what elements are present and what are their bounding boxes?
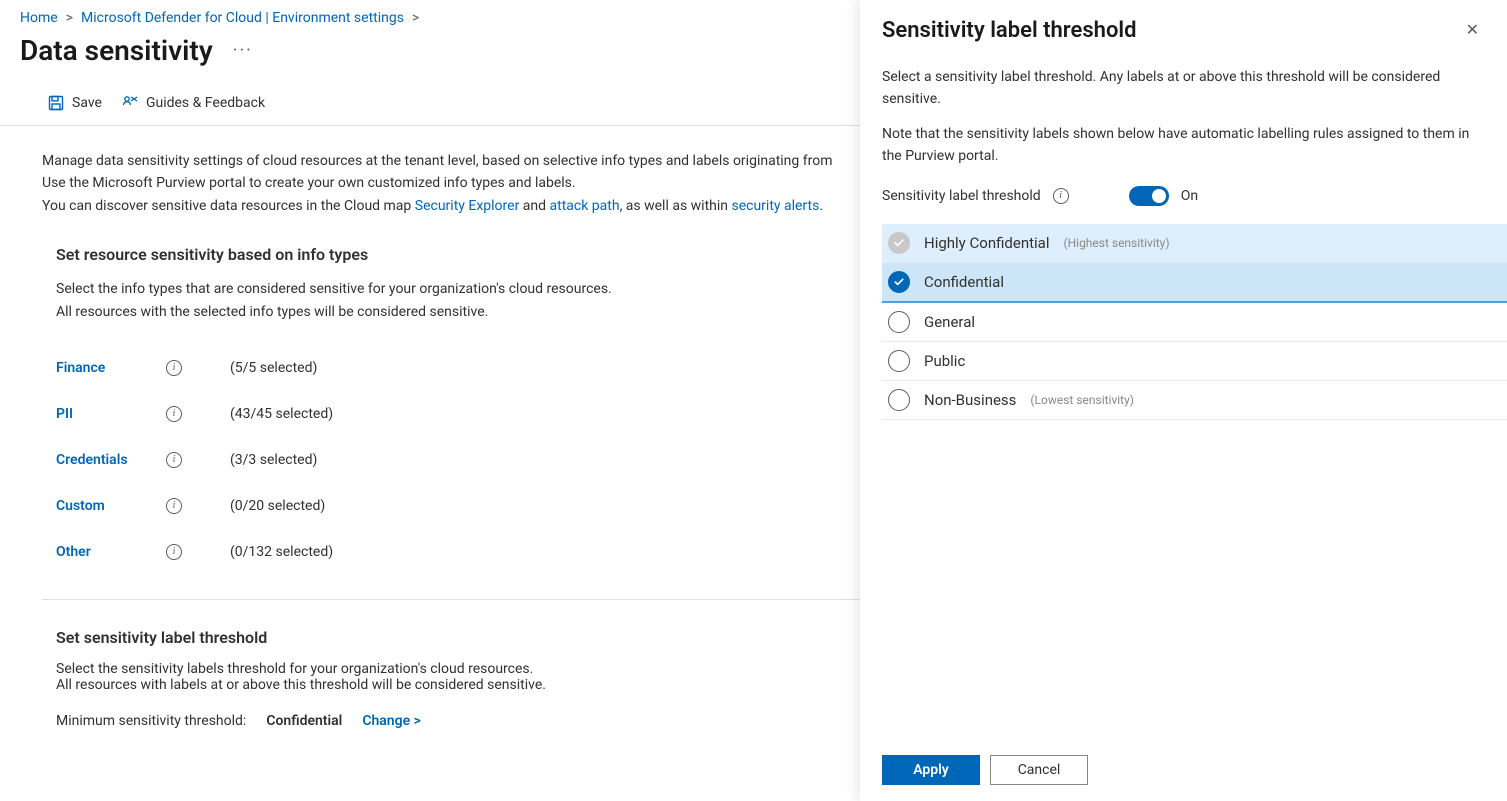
infotype-row: Customi (0/20 selected) bbox=[56, 483, 902, 529]
labels-sub1: Select the sensitivity labels threshold … bbox=[56, 661, 902, 677]
toggle-state: On bbox=[1181, 188, 1198, 204]
infotype-link-credentials[interactable]: Credentials bbox=[56, 452, 166, 468]
sensitivity-label-name: Public bbox=[924, 352, 965, 370]
infotypes-sub1: Select the info types that are considere… bbox=[56, 278, 902, 300]
infotypes-heading: Set resource sensitivity based on info t… bbox=[42, 245, 902, 264]
desc-line3a: You can discover sensitive data resource… bbox=[42, 198, 415, 214]
threshold-panel: Sensitivity label threshold ✕ Select a s… bbox=[860, 0, 1507, 801]
infotype-row: PIIi (43/45 selected) bbox=[56, 391, 902, 437]
checkmark-icon bbox=[888, 271, 910, 293]
threshold-value: Confidential bbox=[266, 713, 342, 729]
infotype-status: (43/45 selected) bbox=[230, 406, 333, 422]
threshold-label: Minimum sensitivity threshold: bbox=[56, 713, 246, 729]
info-icon[interactable]: i bbox=[166, 544, 182, 560]
sensitivity-option[interactable]: Confidential bbox=[882, 263, 1507, 303]
info-icon[interactable]: i bbox=[166, 406, 182, 422]
checkmark-icon bbox=[888, 232, 910, 254]
info-icon[interactable]: i bbox=[166, 360, 182, 376]
infotype-link-finance[interactable]: Finance bbox=[56, 360, 166, 376]
sensitivity-label-name: Confidential bbox=[924, 273, 1004, 291]
labels-sub2: All resources with labels at or above th… bbox=[56, 677, 902, 693]
radio-icon bbox=[888, 350, 910, 372]
apply-button[interactable]: Apply bbox=[882, 755, 980, 785]
desc-line1: Manage data sensitivity settings of clou… bbox=[42, 153, 832, 169]
infotype-status: (5/5 selected) bbox=[230, 360, 317, 376]
panel-title: Sensitivity label threshold bbox=[882, 18, 1137, 43]
breadcrumb-defender[interactable]: Microsoft Defender for Cloud | Environme… bbox=[81, 10, 404, 26]
sensitivity-label-name: General bbox=[924, 313, 975, 331]
radio-icon bbox=[888, 389, 910, 411]
close-icon[interactable]: ✕ bbox=[1462, 18, 1483, 42]
sensitivity-option[interactable]: General bbox=[882, 303, 1507, 342]
panel-paragraph-1: Select a sensitivity label threshold. An… bbox=[882, 67, 1507, 110]
sensitivity-option[interactable]: Public bbox=[882, 342, 1507, 381]
desc-line3b: and bbox=[519, 198, 549, 214]
change-threshold-link[interactable]: Change > bbox=[362, 713, 421, 729]
desc-line3c: , as well as within bbox=[620, 198, 732, 214]
guides-feedback-label: Guides & Feedback bbox=[146, 95, 265, 111]
attack-path-link[interactable]: attack path bbox=[550, 198, 620, 214]
security-alerts-link[interactable]: security alerts bbox=[731, 198, 819, 214]
infotype-status: (0/132 selected) bbox=[230, 544, 333, 560]
info-icon[interactable]: i bbox=[166, 452, 182, 468]
sensitivity-label-hint: (Highest sensitivity) bbox=[1063, 236, 1169, 250]
infotype-row: Credentialsi (3/3 selected) bbox=[56, 437, 902, 483]
info-icon[interactable]: i bbox=[1053, 188, 1069, 204]
save-icon bbox=[48, 95, 64, 111]
security-explorer-link[interactable]: Security Explorer bbox=[415, 198, 520, 214]
labels-heading: Set sensitivity label threshold bbox=[56, 628, 902, 647]
info-icon[interactable]: i bbox=[166, 498, 182, 514]
threshold-toggle[interactable] bbox=[1129, 186, 1169, 206]
infotypes-sub2: All resources with the selected info typ… bbox=[56, 301, 902, 323]
sensitivity-label-name: Highly Confidential bbox=[924, 234, 1049, 252]
chevron-right-icon: > bbox=[412, 10, 419, 26]
panel-paragraph-2: Note that the sensitivity labels shown b… bbox=[882, 124, 1507, 167]
desc-line2: Use the Microsoft Purview portal to crea… bbox=[42, 172, 902, 194]
radio-icon bbox=[888, 311, 910, 333]
infotype-status: (0/20 selected) bbox=[230, 498, 325, 514]
desc-line3d: . bbox=[819, 198, 823, 214]
description-text: Manage data sensitivity settings of clou… bbox=[42, 150, 902, 217]
infotype-row: Otheri (0/132 selected) bbox=[56, 529, 902, 575]
infotype-status: (3/3 selected) bbox=[230, 452, 317, 468]
chevron-right-icon: > bbox=[66, 10, 73, 26]
save-label: Save bbox=[72, 95, 102, 111]
infotype-link-custom[interactable]: Custom bbox=[56, 498, 166, 514]
page-title: Data sensitivity bbox=[20, 34, 213, 67]
infotype-row: Financei (5/5 selected) bbox=[56, 345, 902, 391]
sensitivity-option[interactable]: Highly Confidential (Highest sensitivity) bbox=[882, 224, 1507, 263]
toggle-label: Sensitivity label threshold bbox=[882, 188, 1041, 204]
infotype-link-pii[interactable]: PII bbox=[56, 406, 166, 422]
sensitivity-label-name: Non-Business bbox=[924, 391, 1016, 409]
more-menu-button[interactable]: ··· bbox=[227, 36, 259, 65]
guides-feedback-button[interactable]: Guides & Feedback bbox=[122, 95, 265, 111]
sensitivity-label-hint: (Lowest sensitivity) bbox=[1030, 393, 1134, 407]
save-button[interactable]: Save bbox=[48, 95, 102, 111]
infotype-link-other[interactable]: Other bbox=[56, 544, 166, 560]
feedback-icon bbox=[122, 95, 138, 111]
sensitivity-option[interactable]: Non-Business (Lowest sensitivity) bbox=[882, 381, 1507, 420]
breadcrumb-home[interactable]: Home bbox=[20, 10, 58, 26]
cancel-button[interactable]: Cancel bbox=[990, 755, 1088, 785]
